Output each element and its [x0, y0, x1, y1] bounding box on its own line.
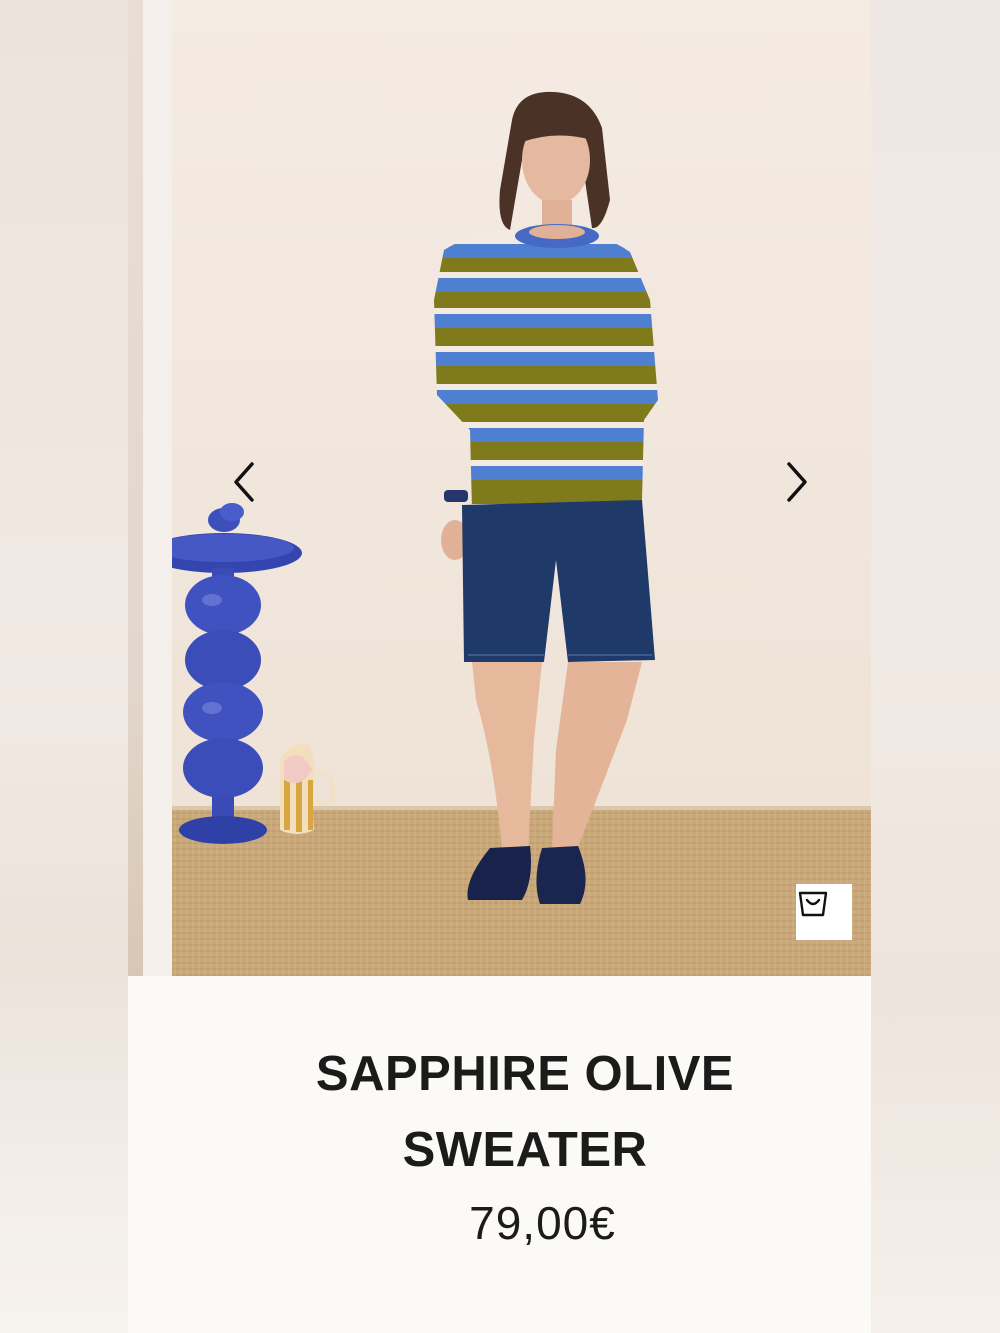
product-image[interactable] — [172, 0, 871, 976]
next-image-button[interactable] — [783, 462, 823, 502]
product-title[interactable]: SAPPHIRE OLIVE SWEATER — [0, 1036, 1000, 1188]
add-to-cart-button[interactable] — [796, 884, 852, 940]
chevron-left-icon — [234, 462, 254, 502]
background-blur-left — [0, 0, 143, 976]
product-title-line1: SAPPHIRE OLIVE — [315, 1047, 735, 1101]
product-photo — [172, 0, 871, 976]
product-price: 79,00€ — [469, 1197, 616, 1249]
background-blur-strip — [128, 0, 143, 976]
shopping-bag-icon — [798, 891, 828, 917]
product-title-line2: SWEATER — [402, 1123, 648, 1177]
chevron-right-icon — [787, 462, 807, 502]
previous-image-button[interactable] — [230, 462, 270, 502]
